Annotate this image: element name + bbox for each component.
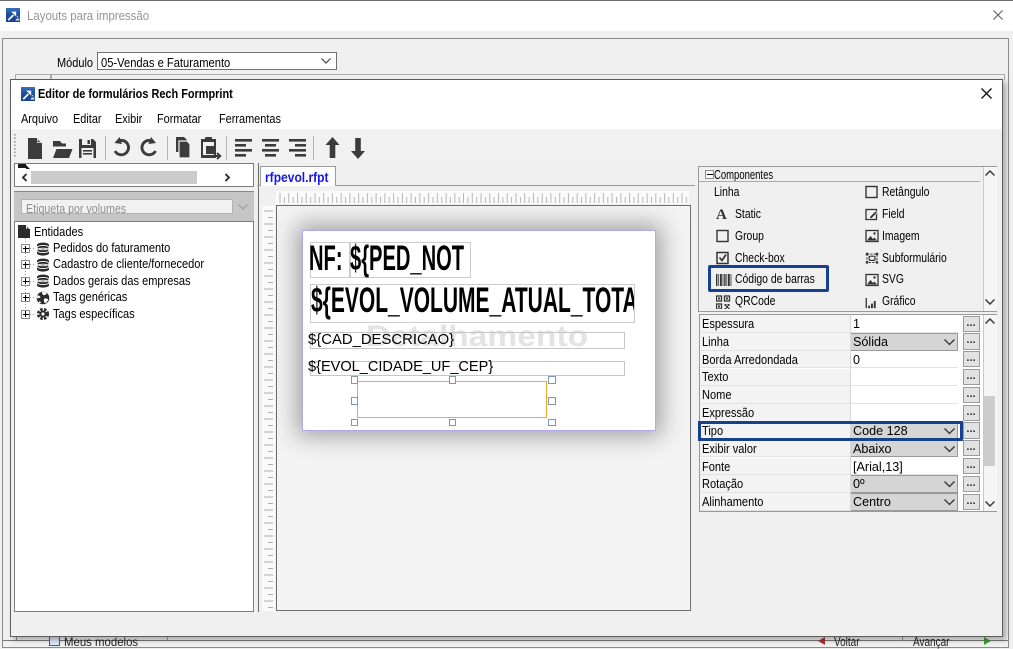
svg-text:A: A (716, 207, 727, 221)
